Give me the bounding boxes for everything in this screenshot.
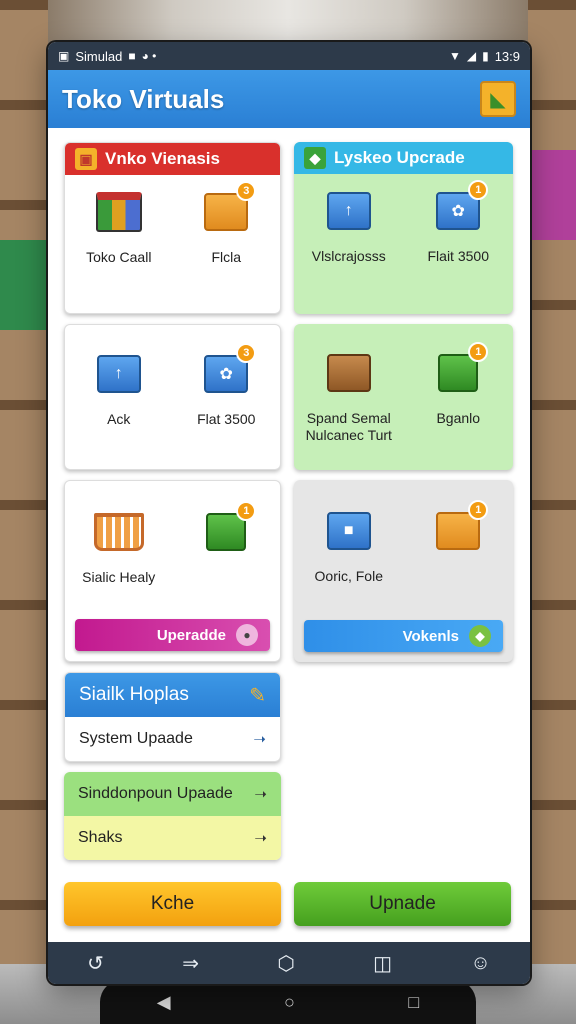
download-icon: ■ — [128, 49, 136, 63]
arrow-right-icon: ➝ — [253, 731, 266, 748]
list-item-sinddonpoun[interactable]: Sinddonpoun Upaade ➝ — [64, 772, 281, 816]
card-header: ▣ Vnko Vienasis — [65, 143, 280, 175]
list-card-hoplas: Siailk Hoplas ✎ System Upaade ➝ — [64, 672, 281, 762]
store-tag-icon: ▣ — [75, 148, 97, 170]
item-flcla[interactable]: 3 Flcla — [173, 181, 281, 266]
item-ooric-fole[interactable]: ■ Ooric, Fole — [294, 506, 404, 585]
count-badge: 1 — [468, 342, 489, 362]
shopping-cart-icon — [93, 513, 144, 551]
item-label: Vlslcrajosss — [311, 248, 386, 264]
card-title: Vnko Vienasis — [105, 149, 220, 168]
bottom-nav-bar: ↺ ⇒ ⬡ ◫ ☺ — [48, 942, 530, 984]
battery-icon: ▮ — [482, 49, 489, 63]
background-sign-right — [530, 150, 576, 240]
upload-box-icon: ↑ — [326, 192, 371, 230]
wifi-icon: ▼ — [448, 49, 461, 63]
list-item-system-upaade[interactable]: System Upaade ➝ — [65, 717, 280, 761]
smiley-icon[interactable]: ☺ — [470, 952, 490, 975]
item-label: Ack — [107, 411, 131, 427]
item-vlslcrajosss[interactable]: ↑ Vlslcrajosss — [294, 186, 404, 265]
device-recents-icon[interactable]: □ — [408, 992, 419, 1013]
item-label: Flcla — [211, 249, 242, 265]
store-icon — [95, 192, 142, 232]
background-sign-left — [0, 240, 46, 330]
card-header: ◆ Lyskeo Upcrade — [294, 142, 513, 174]
card-spand[interactable]: Spand Semal Nulcanec Turt 1 Bganlo — [294, 324, 513, 470]
leaf-icon: ● — [236, 624, 258, 646]
item-label: Flat 3500 — [197, 411, 256, 427]
button-label: Upnade — [369, 893, 436, 914]
count-badge: 3 — [236, 181, 257, 201]
app-notification-icon: ▣ — [58, 49, 70, 63]
book-icon[interactable]: ◫ — [373, 951, 392, 976]
item-flait-3500[interactable]: ✿ 1 Flait 3500 — [404, 180, 514, 265]
item-label: Toko Caall — [86, 249, 152, 265]
toy-box-icon: ■ — [326, 512, 371, 550]
item-cart[interactable]: Sialic Healy — [65, 507, 173, 586]
upload-box-icon: ↑ — [96, 355, 141, 393]
device-bottom-bezel: ◀ ○ □ — [100, 980, 476, 1024]
clock-label: 13:9 — [494, 48, 520, 64]
list-header: Siailk Hoplas ✎ — [65, 673, 280, 717]
main-content: ▣ Vnko Vienasis Toko Caall 3 Flcla ◆ Lys… — [48, 128, 530, 956]
list-item-label: System Upaade — [79, 730, 193, 747]
item-label: Spand Semal Nulcanec Turt — [305, 410, 392, 443]
kche-button[interactable]: Kche — [64, 882, 281, 926]
carrier-label: Simulad — [75, 48, 123, 64]
leaf-icon: ◣ — [490, 88, 506, 111]
device-home-icon[interactable]: ○ — [284, 992, 295, 1013]
item-ack[interactable]: ↑ Ack — [65, 349, 173, 428]
item-label: Bganlo — [436, 410, 481, 426]
item-label: Flait 3500 — [427, 248, 489, 264]
leaf-icon: ◆ — [469, 625, 491, 647]
background-shelf-left — [0, 0, 48, 1024]
card-upgrade[interactable]: ◆ Lyskeo Upcrade ↑ Vlslcrajosss ✿ 1 Flai… — [294, 142, 513, 314]
app-title: Toko Virtuals — [62, 83, 225, 114]
button-label: Uperadde — [156, 626, 226, 644]
card-ooric[interactable]: ■ Ooric, Fole 1 Vokenls ◆ — [294, 480, 513, 662]
vokenls-button[interactable]: Vokenls ◆ — [304, 620, 503, 652]
count-badge: 1 — [468, 180, 489, 200]
signal-icon: ◢ — [466, 49, 477, 63]
count-badge: 1 — [468, 500, 489, 520]
item-plant-box[interactable]: 1 — [173, 501, 281, 586]
button-label: Kche — [150, 893, 195, 914]
card-sialic[interactable]: Sialic Healy 1 Uperadde ● — [64, 480, 281, 662]
notification-dot-icon: ◕ • — [141, 49, 157, 63]
list-item-shaks[interactable]: Shaks ➝ — [64, 816, 281, 860]
undo-icon[interactable]: ↺ — [87, 951, 104, 976]
upnade-button[interactable]: Upnade — [294, 882, 511, 926]
list-item-label: Shaks — [78, 829, 123, 846]
item-spand-semal[interactable]: Spand Semal Nulcanec Turt — [294, 348, 404, 444]
list-title: Siailk Hoplas — [79, 684, 189, 705]
arrow-right-icon: ➝ — [254, 786, 267, 803]
item-flat-3500[interactable]: ✿ 3 Flat 3500 — [173, 343, 281, 428]
card-title: Lyskeo Upcrade — [334, 148, 465, 167]
device-back-icon[interactable]: ◀ — [157, 992, 171, 1013]
green-cube-icon: ◆ — [304, 147, 326, 169]
item-label: Ooric, Fole — [314, 568, 383, 584]
item-orange-box[interactable]: 1 — [404, 500, 514, 585]
item-toko-caall[interactable]: Toko Caall — [65, 187, 173, 266]
phone-screen: ▣ Simulad ■ ◕ • ▼ ◢ ▮ 13:9 Toko Virtuals… — [48, 42, 530, 984]
arrow-right-icon: ➝ — [254, 830, 267, 847]
list-item-label: Sinddonpoun Upaade — [78, 785, 233, 802]
status-bar: ▣ Simulad ■ ◕ • ▼ ◢ ▮ 13:9 — [48, 42, 530, 70]
item-label: Sialic Healy — [82, 569, 156, 585]
count-badge: 1 — [236, 501, 257, 521]
pencil-icon[interactable]: ✎ — [249, 683, 266, 708]
card-store-vienasis[interactable]: ▣ Vnko Vienasis Toko Caall 3 Flcla — [64, 142, 281, 314]
upgrade-button[interactable]: Uperadde ● — [75, 619, 270, 651]
card-ack[interactable]: ↑ Ack ✿ 3 Flat 3500 — [64, 324, 281, 470]
button-label: Vokenls — [402, 627, 459, 645]
shield-icon[interactable]: ⬡ — [277, 951, 294, 976]
brown-box-icon — [326, 354, 371, 392]
cube-menu-button[interactable]: ◣ — [480, 81, 516, 117]
item-bganlo[interactable]: 1 Bganlo — [404, 342, 514, 444]
forward-icon[interactable]: ⇒ — [182, 951, 199, 976]
count-badge: 3 — [236, 343, 257, 363]
app-bar: Toko Virtuals ◣ — [48, 70, 530, 128]
list-card-upgrades: Sinddonpoun Upaade ➝ Shaks ➝ — [64, 772, 281, 860]
